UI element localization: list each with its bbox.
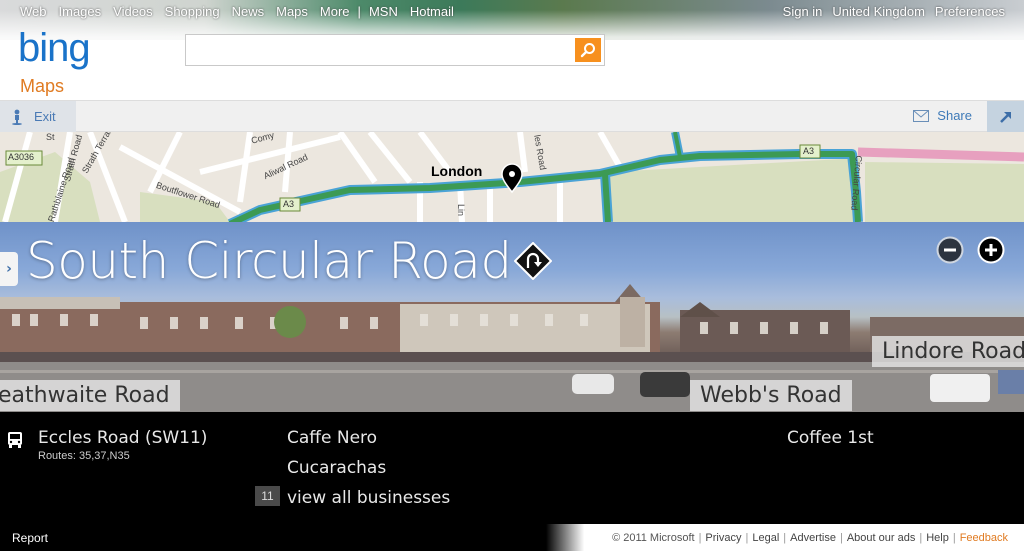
u-turn-button[interactable] <box>513 241 553 281</box>
nav-separator: | <box>357 4 361 19</box>
search-input[interactable] <box>190 39 570 61</box>
streetside-panorama[interactable]: › South Circular Road eathwaite Road Web… <box>0 222 1024 412</box>
legal-link[interactable]: Legal <box>748 532 783 544</box>
share-label: Share <box>937 108 972 123</box>
sign-in-link[interactable]: Sign in <box>778 4 828 19</box>
bing-logo[interactable]: bing <box>18 26 91 71</box>
business-item[interactable]: Coffee 1st <box>787 428 874 448</box>
pano-expand-tab[interactable]: › <box>0 252 18 286</box>
bus-stop-routes: Routes: 35,37,N35 <box>38 450 130 462</box>
street-label-lindore-road[interactable]: Lindore Road <box>872 336 1024 367</box>
share-button[interactable]: Share <box>913 108 972 123</box>
search-box <box>185 34 605 66</box>
nav-more[interactable]: More <box>314 4 356 19</box>
envelope-icon <box>913 109 930 122</box>
advertise-link[interactable]: Advertise <box>786 532 840 544</box>
plus-circle-icon <box>977 236 1005 264</box>
report-link[interactable]: Report <box>12 531 48 545</box>
business-item[interactable]: Cucarachas <box>287 458 386 478</box>
about-our-ads-link[interactable]: About our ads <box>843 532 920 544</box>
zoom-in-button[interactable] <box>977 236 1005 264</box>
map-label-london: London <box>431 163 483 179</box>
zoom-out-button[interactable] <box>936 236 964 264</box>
nav-videos[interactable]: Videos <box>107 4 159 19</box>
map-label-st: St <box>46 132 55 142</box>
u-turn-icon <box>513 241 553 281</box>
privacy-link[interactable]: Privacy <box>701 532 745 544</box>
nav-shopping[interactable]: Shopping <box>159 4 226 19</box>
map-label-a3-left: A3 <box>283 199 295 209</box>
map-label-lin: Lin <box>456 204 466 217</box>
map-label-a3036: A3036 <box>8 152 35 162</box>
magnifier-icon <box>580 43 595 58</box>
street-label-webbs-road[interactable]: Webb's Road <box>690 380 852 411</box>
minus-circle-icon <box>936 236 964 264</box>
arrow-up-right-icon <box>999 111 1011 123</box>
exit-label: Exit <box>34 109 56 124</box>
top-right-nav: Sign in United Kingdom Preferences <box>778 4 1010 19</box>
person-icon <box>12 109 22 125</box>
nav-hotmail[interactable]: Hotmail <box>404 4 460 19</box>
footer: Report © 2011 Microsoft | Privacy | Lega… <box>0 524 1024 551</box>
exit-streetside-button[interactable]: Exit <box>0 101 76 132</box>
map-toolbar: Exit Share <box>0 100 1024 132</box>
bus-icon <box>8 432 22 448</box>
map-view[interactable]: A3036 A3 A3 London Strath Terrace Strath… <box>0 132 1024 222</box>
footer-links: © 2011 Microsoft | Privacy | Legal | Adv… <box>546 524 1024 551</box>
expand-map-button[interactable] <box>987 101 1024 132</box>
region-link[interactable]: United Kingdom <box>827 4 930 19</box>
business-item[interactable]: Caffe Nero <box>287 428 377 448</box>
maps-vertical-label[interactable]: Maps <box>20 76 64 97</box>
preferences-link[interactable]: Preferences <box>930 4 1010 19</box>
nav-web[interactable]: Web <box>14 4 53 19</box>
street-label-left[interactable]: eathwaite Road <box>0 380 180 411</box>
header: Web Images Videos Shopping News Maps Mor… <box>0 0 1024 100</box>
nav-maps[interactable]: Maps <box>270 4 314 19</box>
feedback-link[interactable]: Feedback <box>956 532 1012 544</box>
view-all-businesses-link[interactable]: view all businesses <box>287 488 450 508</box>
bus-stop[interactable]: Eccles Road (SW11) Routes: 35,37,N35 <box>6 428 207 462</box>
street-name-title: South Circular Road <box>26 232 512 290</box>
map-canvas <box>0 132 1024 222</box>
bus-stop-name: Eccles Road (SW11) <box>38 428 208 448</box>
search-button[interactable] <box>575 38 601 62</box>
map-label-a3-right: A3 <box>803 146 815 156</box>
nearby-info-panel: Eccles Road (SW11) Routes: 35,37,N35 Caf… <box>0 412 1024 524</box>
nav-news[interactable]: News <box>226 4 271 19</box>
help-link[interactable]: Help <box>922 532 953 544</box>
business-count-badge: 11 <box>255 486 280 506</box>
copyright-text: © 2011 Microsoft <box>612 531 695 544</box>
top-nav: Web Images Videos Shopping News Maps Mor… <box>14 4 460 19</box>
nav-images[interactable]: Images <box>53 4 108 19</box>
nav-msn[interactable]: MSN <box>363 4 404 19</box>
